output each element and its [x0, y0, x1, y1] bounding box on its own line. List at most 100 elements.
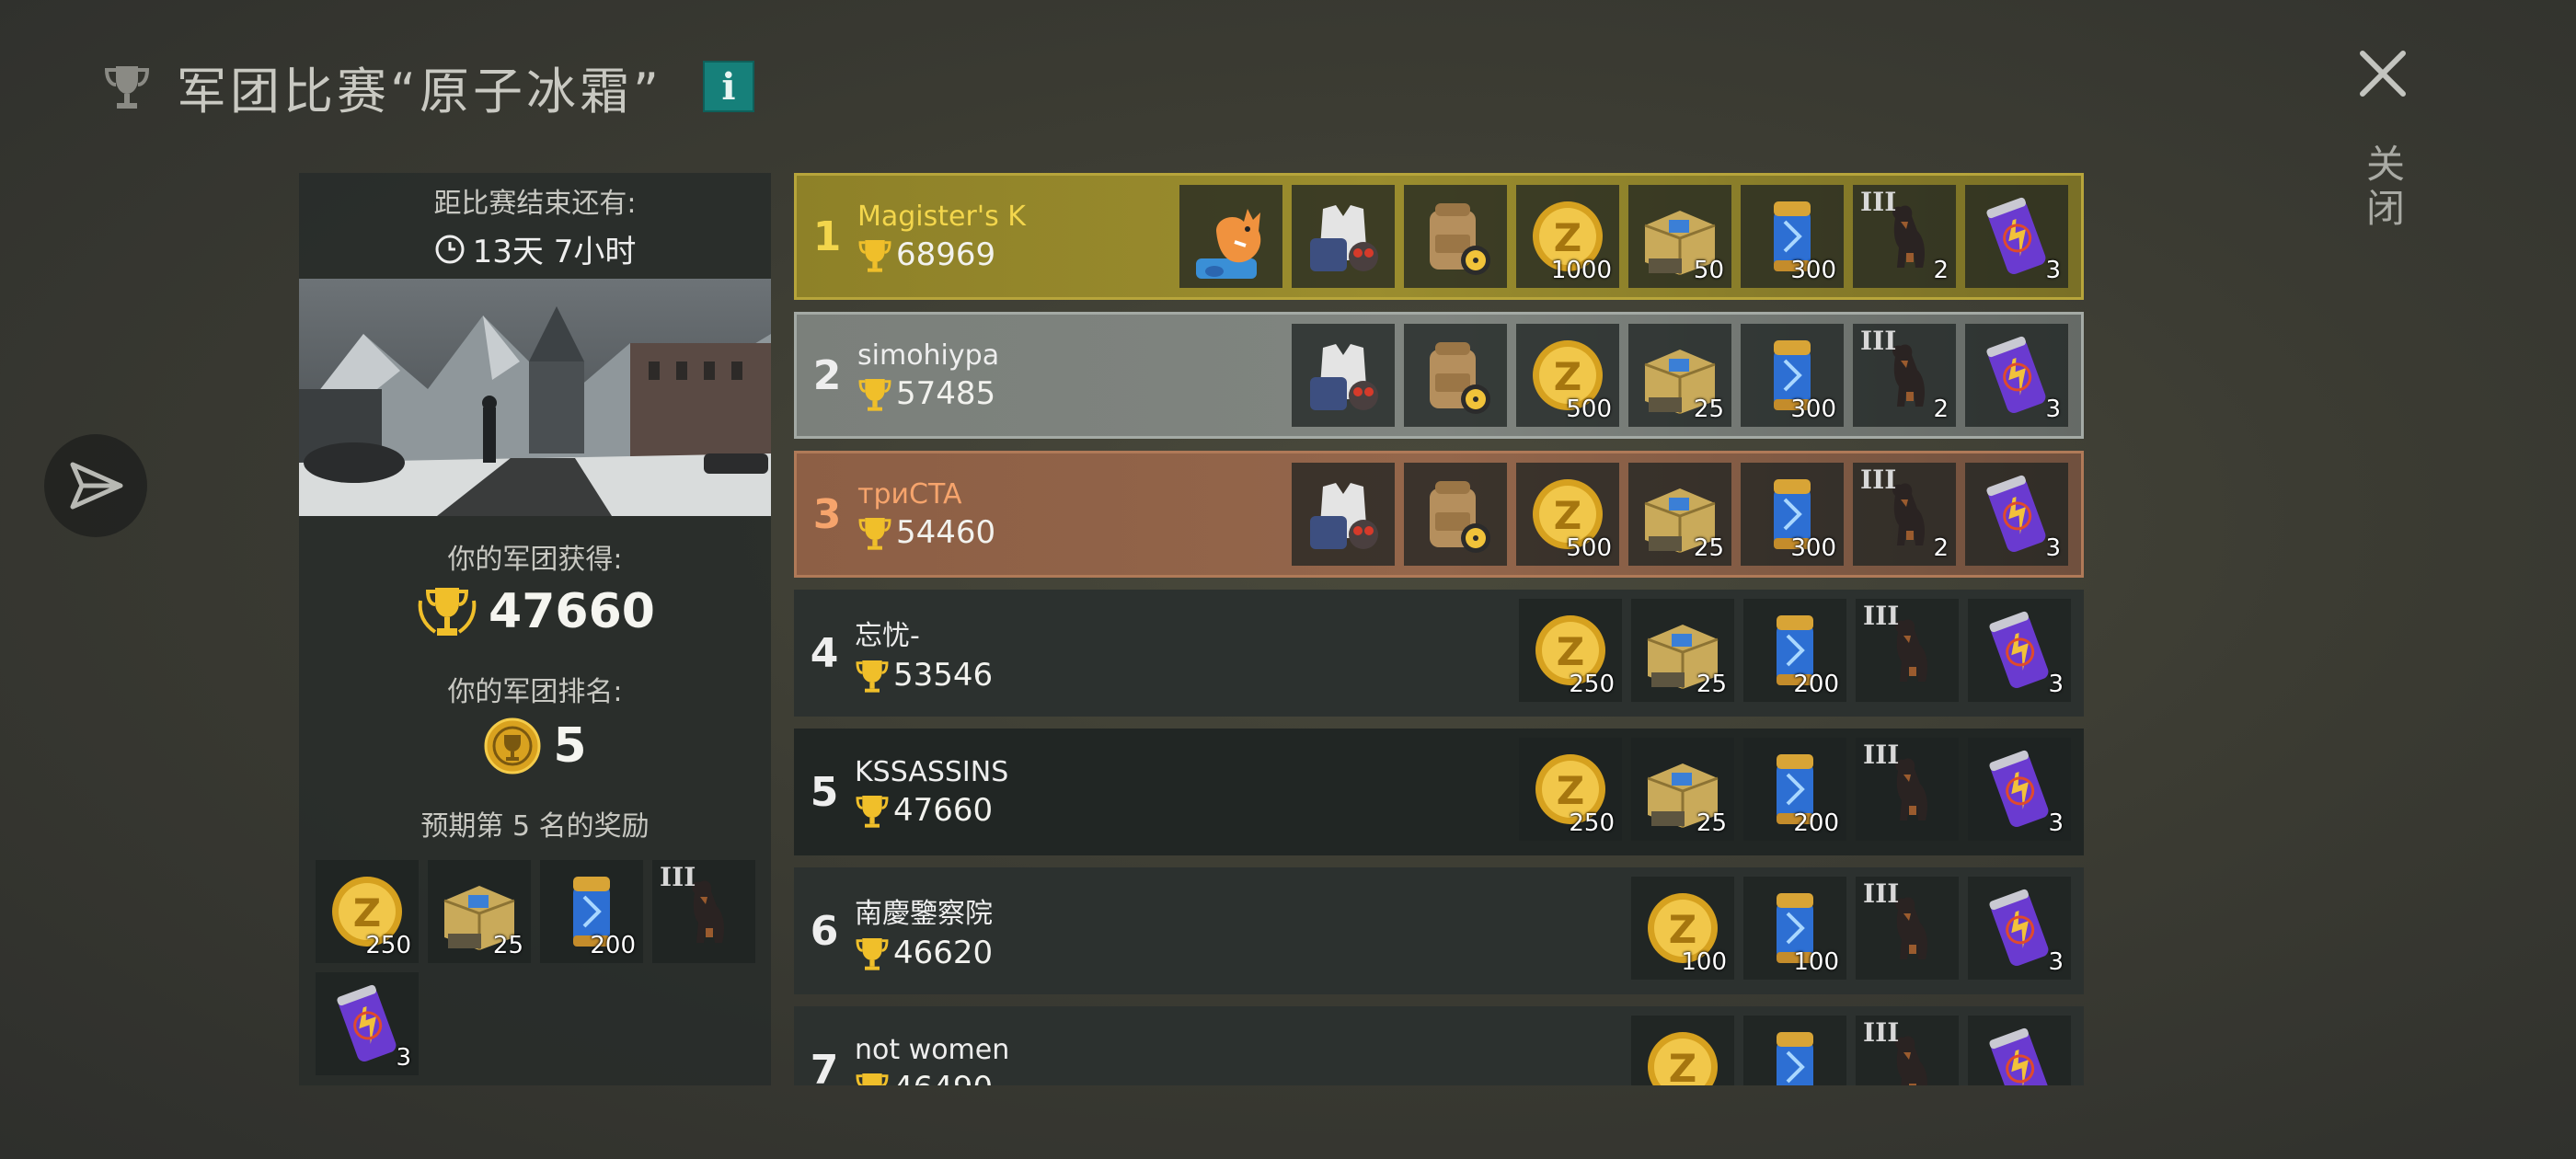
reward-item-coin[interactable]: Z 500: [1516, 463, 1619, 566]
earned-label: 你的军团获得:: [447, 544, 623, 576]
reward-item-energy-can[interactable]: 3: [316, 972, 419, 1075]
reward-item-canister[interactable]: 300: [1741, 463, 1844, 566]
tier-badge: III: [1860, 465, 1897, 495]
armor-icon: [1310, 483, 1378, 549]
reward-item-canister[interactable]: 200: [1743, 599, 1846, 702]
send-button[interactable]: [44, 434, 147, 537]
svg-text:Z: Z: [1554, 354, 1581, 399]
team-score: 57485: [857, 375, 1170, 412]
reward-item-dog[interactable]: III: [1856, 877, 1959, 980]
reward-item-cat[interactable]: [1179, 185, 1282, 288]
leaderboard[interactable]: 1 Magister's K 68969 Z 1000 50 300 III 2 3 2 simohi…: [794, 173, 2084, 1085]
team-name[interactable]: 南慶鑒察院: [855, 890, 1167, 931]
leaderboard-row[interactable]: 1 Magister's K 68969 Z 1000 50 300 III 2 3: [794, 173, 2084, 300]
earned-score: 47660: [299, 582, 771, 641]
team-info: Magister's K 68969: [857, 201, 1170, 273]
reward-item-coin[interactable]: Z 500: [1516, 324, 1619, 427]
reward-item-crate[interactable]: 25: [428, 860, 531, 963]
reward-item-coin[interactable]: Z 250: [316, 860, 419, 963]
reward-item-dog[interactable]: III 2: [1853, 463, 1956, 566]
reward-item-canister[interactable]: 300: [1741, 185, 1844, 288]
close-icon[interactable]: [2355, 46, 2410, 101]
leaderboard-row[interactable]: 3 триCTA 54460 Z 500 25 300 III 2 3: [794, 451, 2084, 578]
reward-item-backpack[interactable]: [1404, 185, 1507, 288]
item-quantity: 25: [1693, 396, 1724, 423]
team-name[interactable]: триCTA: [857, 478, 1170, 511]
team-name[interactable]: 忘忧-: [855, 613, 1167, 653]
score-value: 68969: [896, 235, 996, 273]
reward-item-energy-can[interactable]: 3: [1968, 599, 2071, 702]
reward-item-coin[interactable]: Z 250: [1519, 738, 1622, 841]
cat-icon: [1196, 209, 1261, 279]
reward-item-crate[interactable]: 25: [1628, 463, 1731, 566]
reward-item-dog[interactable]: III: [652, 860, 755, 963]
reward-item-canister[interactable]: 200: [540, 860, 643, 963]
reward-item-energy-can[interactable]: 3: [1965, 324, 2068, 427]
reward-item-energy-can[interactable]: 3: [1965, 185, 2068, 288]
reward-item-dog[interactable]: III 2: [1853, 185, 1956, 288]
reward-item-energy-can[interactable]: [1968, 1016, 2071, 1085]
reward-item-armor[interactable]: [1292, 185, 1395, 288]
reward-item-crate[interactable]: 50: [1628, 185, 1731, 288]
item-quantity: 300: [1790, 257, 1836, 284]
svg-text:Z: Z: [1669, 907, 1696, 952]
team-name[interactable]: simohiypa: [857, 339, 1170, 372]
reward-item-backpack[interactable]: [1404, 324, 1507, 427]
reward-item-backpack[interactable]: [1404, 463, 1507, 566]
reward-item-dog[interactable]: III: [1856, 1016, 1959, 1085]
reward-item-coin[interactable]: Z 250: [1519, 599, 1622, 702]
reward-item-canister[interactable]: 300: [1741, 324, 1844, 427]
trophy-icon: [856, 660, 889, 693]
team-name[interactable]: not women: [855, 1034, 1167, 1066]
reward-item-energy-can[interactable]: 3: [1968, 738, 2071, 841]
reward-item-canister[interactable]: [1743, 1016, 1846, 1085]
team-info: not women 46490: [855, 1034, 1167, 1085]
rank-number: 3: [812, 490, 842, 538]
close-label[interactable]: 关闭: [2355, 143, 2411, 232]
team-name[interactable]: KSSASSINS: [855, 756, 1167, 788]
backpack-icon: [1430, 481, 1490, 553]
info-button[interactable]: i: [702, 61, 754, 112]
reward-item-dog[interactable]: III: [1856, 738, 1959, 841]
reward-item-coin[interactable]: Z: [1631, 1016, 1734, 1085]
reward-item-energy-can[interactable]: 3: [1968, 877, 2071, 980]
reward-item-energy-can[interactable]: 3: [1965, 463, 2068, 566]
item-quantity: 200: [1793, 671, 1839, 698]
tier-badge: III: [1863, 740, 1900, 770]
reward-item-dog[interactable]: III 2: [1853, 324, 1956, 427]
item-quantity: 25: [492, 932, 523, 959]
close-control[interactable]: 关闭: [2351, 46, 2415, 232]
reward-item-canister[interactable]: 100: [1743, 877, 1846, 980]
reward-item-dog[interactable]: III: [1856, 599, 1959, 702]
leaderboard-row[interactable]: 2 simohiypa 57485 Z 500 25 300 III 2 3: [794, 312, 2084, 439]
item-quantity: 25: [1696, 671, 1727, 698]
leaderboard-row[interactable]: 4 忘忧- 53546 Z 250 25 200 III 3: [794, 590, 2084, 717]
item-quantity: 100: [1681, 948, 1727, 976]
reward-item-crate[interactable]: 25: [1628, 324, 1731, 427]
item-quantity: 2: [1933, 257, 1949, 284]
score-value: 57485: [896, 374, 996, 412]
team-name[interactable]: Magister's K: [857, 201, 1170, 233]
leaderboard-row[interactable]: 7 not women 46490 Z III: [794, 1006, 2084, 1085]
svg-text:Z: Z: [1554, 493, 1581, 538]
trophy-icon: [104, 66, 150, 109]
reward-item-crate[interactable]: 25: [1631, 599, 1734, 702]
rank-number: 1: [812, 212, 842, 260]
rewards-label: 预期第 5 名的奖励: [420, 810, 650, 843]
reward-item-canister[interactable]: 200: [1743, 738, 1846, 841]
coin-icon: Z: [1648, 1032, 1718, 1085]
reward-item-coin[interactable]: Z 1000: [1516, 185, 1619, 288]
reward-item-crate[interactable]: 25: [1631, 738, 1734, 841]
rank-value: 5: [553, 718, 587, 774]
expected-rewards: Z 250 25 200 III 3: [316, 860, 771, 1075]
leaderboard-row[interactable]: 5 KSSASSINS 47660 Z 250 25 200 III 3: [794, 729, 2084, 855]
reward-item-armor[interactable]: [1292, 324, 1395, 427]
tier-badge: III: [1863, 878, 1900, 909]
item-quantity: 2: [1933, 396, 1949, 423]
leaderboard-row[interactable]: 6 南慶鑒察院 46620 Z 100 100 III 3: [794, 867, 2084, 994]
reward-item-coin[interactable]: Z 100: [1631, 877, 1734, 980]
reward-item-armor[interactable]: [1292, 463, 1395, 566]
team-score: 47660: [855, 792, 1167, 829]
event-banner-image: [299, 279, 771, 516]
tier-badge: III: [1863, 1017, 1900, 1048]
